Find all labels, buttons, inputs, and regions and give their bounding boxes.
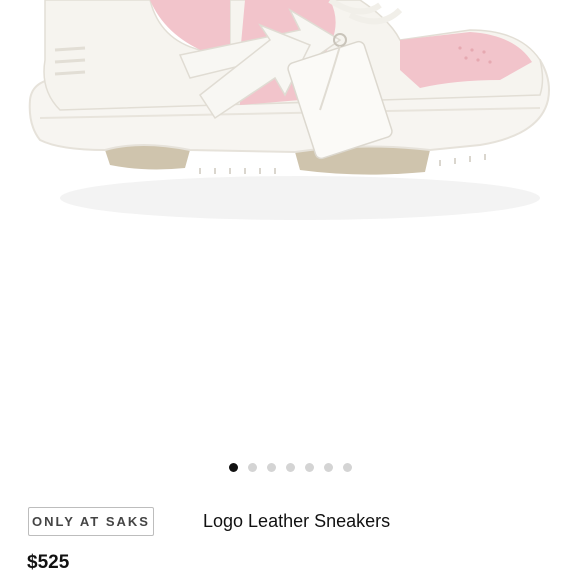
carousel-dot-4[interactable] <box>286 463 295 472</box>
image-carousel-dots <box>0 462 580 474</box>
sneaker-illustration <box>28 0 550 220</box>
product-image[interactable] <box>0 0 580 250</box>
carousel-dot-7[interactable] <box>343 463 352 472</box>
product-price: $525 <box>27 552 70 573</box>
product-page: ONLY AT SAKS Logo Leather Sneakers $525 <box>0 0 580 580</box>
exclusive-badge: ONLY AT SAKS <box>28 507 154 536</box>
carousel-dot-1[interactable] <box>229 463 238 472</box>
carousel-dot-6[interactable] <box>324 463 333 472</box>
carousel-dot-2[interactable] <box>248 463 257 472</box>
carousel-dot-5[interactable] <box>305 463 314 472</box>
carousel-dot-3[interactable] <box>267 463 276 472</box>
product-title: Logo Leather Sneakers <box>203 511 391 531</box>
